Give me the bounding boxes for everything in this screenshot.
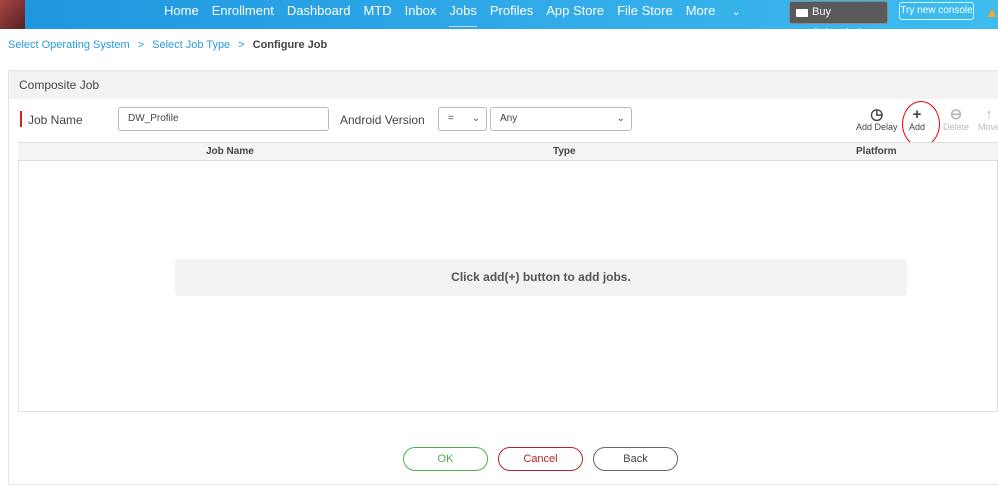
chevron-down-icon: ⌄ — [471, 113, 480, 124]
credit-card-icon — [796, 9, 808, 17]
main-nav: Home Enrollment Dashboard MTD Inbox Jobs… — [164, 0, 766, 29]
move-button[interactable]: ↑ Move — [978, 106, 998, 132]
chevron-right-icon: > — [238, 39, 245, 51]
delete-label: Delete — [943, 122, 970, 132]
required-indicator — [20, 111, 22, 127]
column-platform[interactable]: Platform — [856, 146, 897, 157]
nav-more[interactable]: More ⌄ — [686, 0, 754, 29]
chevron-down-icon: ⌄ — [731, 7, 741, 18]
add-delay-button[interactable]: ◷ Add Delay — [856, 106, 898, 132]
nav-app-store[interactable]: App Store — [546, 0, 604, 29]
buy-subscription-button[interactable]: Buy Subscription — [789, 1, 888, 39]
breadcrumb-configure-job: Configure Job — [252, 39, 328, 51]
ok-button[interactable]: OK — [403, 447, 488, 471]
red-annotation-circle — [902, 101, 940, 147]
arrow-up-icon: ↑ — [985, 106, 993, 123]
avatar[interactable] — [0, 0, 25, 29]
nav-inbox[interactable]: Inbox — [405, 0, 437, 29]
job-name-input[interactable]: DW_Profile — [118, 107, 329, 131]
operator-select[interactable]: = ⌄ — [438, 107, 487, 131]
clock-icon: ◷ — [870, 106, 884, 123]
minus-circle-icon: ⊖ — [949, 106, 963, 123]
chevron-right-icon: > — [137, 39, 145, 51]
nav-jobs[interactable]: Jobs — [449, 0, 478, 29]
operator-value: = — [448, 113, 454, 124]
buy-subscription-label: Buy Subscription — [812, 6, 873, 39]
nav-enrollment[interactable]: Enrollment — [212, 0, 274, 29]
nav-file-store[interactable]: File Store — [617, 0, 673, 29]
move-label: Move — [978, 122, 998, 132]
cancel-button[interactable]: Cancel — [498, 447, 583, 471]
nav-home[interactable]: Home — [164, 0, 199, 29]
jobs-table-header: Job Name Type Platform — [18, 142, 998, 161]
column-job-name[interactable]: Job Name — [206, 146, 254, 157]
try-new-console-button[interactable]: Try new console — [899, 2, 974, 20]
breadcrumb-select-os[interactable]: Select Operating System — [8, 39, 130, 51]
empty-message: Click add(+) button to add jobs. — [175, 259, 907, 296]
version-select[interactable]: Any ⌄ — [490, 107, 632, 131]
delete-button[interactable]: ⊖ Delete — [943, 106, 970, 132]
warning-icon[interactable]: ▲ — [985, 4, 998, 20]
breadcrumb: Select Operating System > Select Job Typ… — [8, 39, 327, 51]
add-delay-label: Add Delay — [856, 122, 898, 132]
breadcrumb-select-job-type[interactable]: Select Job Type — [152, 39, 230, 51]
nav-dashboard[interactable]: Dashboard — [287, 0, 351, 29]
version-value: Any — [500, 113, 518, 124]
nav-more-label: More — [685, 3, 716, 18]
back-button[interactable]: Back — [593, 447, 678, 471]
android-version-label: Android Version — [340, 113, 425, 127]
column-type[interactable]: Type — [553, 146, 576, 157]
top-nav-bar: Home Enrollment Dashboard MTD Inbox Jobs… — [0, 0, 998, 39]
chevron-down-icon: ⌄ — [616, 113, 625, 124]
nav-profiles[interactable]: Profiles — [490, 0, 533, 29]
nav-mtd[interactable]: MTD — [363, 0, 391, 29]
job-name-label: Job Name — [28, 113, 83, 127]
panel-title: Composite Job — [9, 71, 998, 99]
